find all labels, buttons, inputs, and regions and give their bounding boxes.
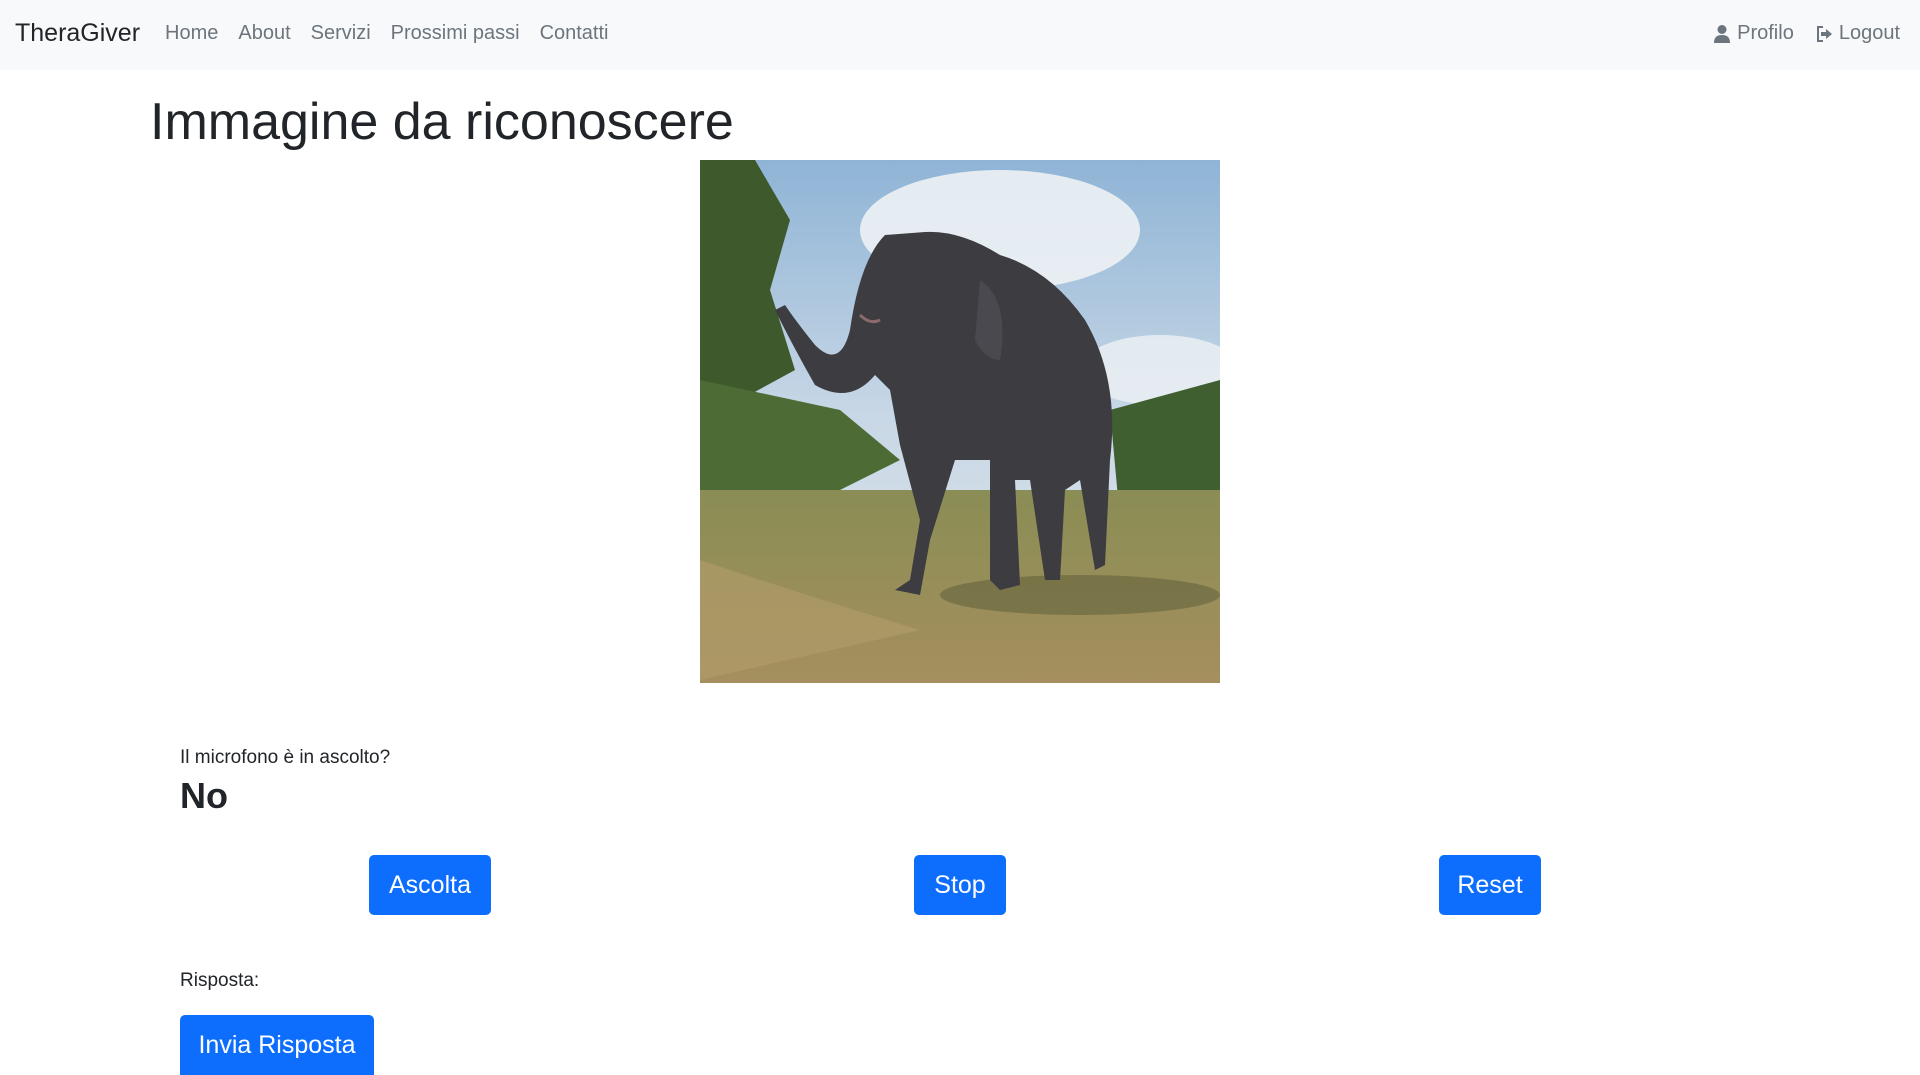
answer-label: Risposta: [180,970,260,991]
logout-label: Logout [1838,22,1900,44]
mic-status-label: Il microfono è in ascolto? [180,747,391,768]
submit-answer-button[interactable]: Invia Risposta [180,1015,374,1075]
logout-link[interactable]: Logout [1814,22,1900,45]
profile-link[interactable]: Profilo [1712,22,1794,45]
user-icon [1714,24,1731,43]
page-title: Immagine da riconoscere [150,93,734,151]
brand-logo[interactable]: TheraGiver [15,19,140,48]
nav-link-home[interactable]: Home [155,22,228,45]
mic-status-value: No [180,775,228,816]
profile-label: Profilo [1737,22,1794,44]
nav-link-about[interactable]: About [228,22,300,45]
sign-out-icon [1816,25,1832,42]
nav-link-servizi[interactable]: Servizi [301,22,381,45]
stop-button[interactable]: Stop [914,855,1006,915]
nav-link-contatti[interactable]: Contatti [530,22,619,45]
reset-button[interactable]: Reset [1439,855,1541,915]
nav-link-prossimi-passi[interactable]: Prossimi passi [381,22,530,45]
listen-button[interactable]: Ascolta [369,855,491,915]
elephant-photo [700,160,1220,683]
nav-user-menu: Profilo Logout [1712,22,1900,45]
nav-links: Home About Servizi Prossimi passi Contat… [155,22,619,45]
navbar: TheraGiver Home About Servizi Prossimi p… [0,0,1920,70]
